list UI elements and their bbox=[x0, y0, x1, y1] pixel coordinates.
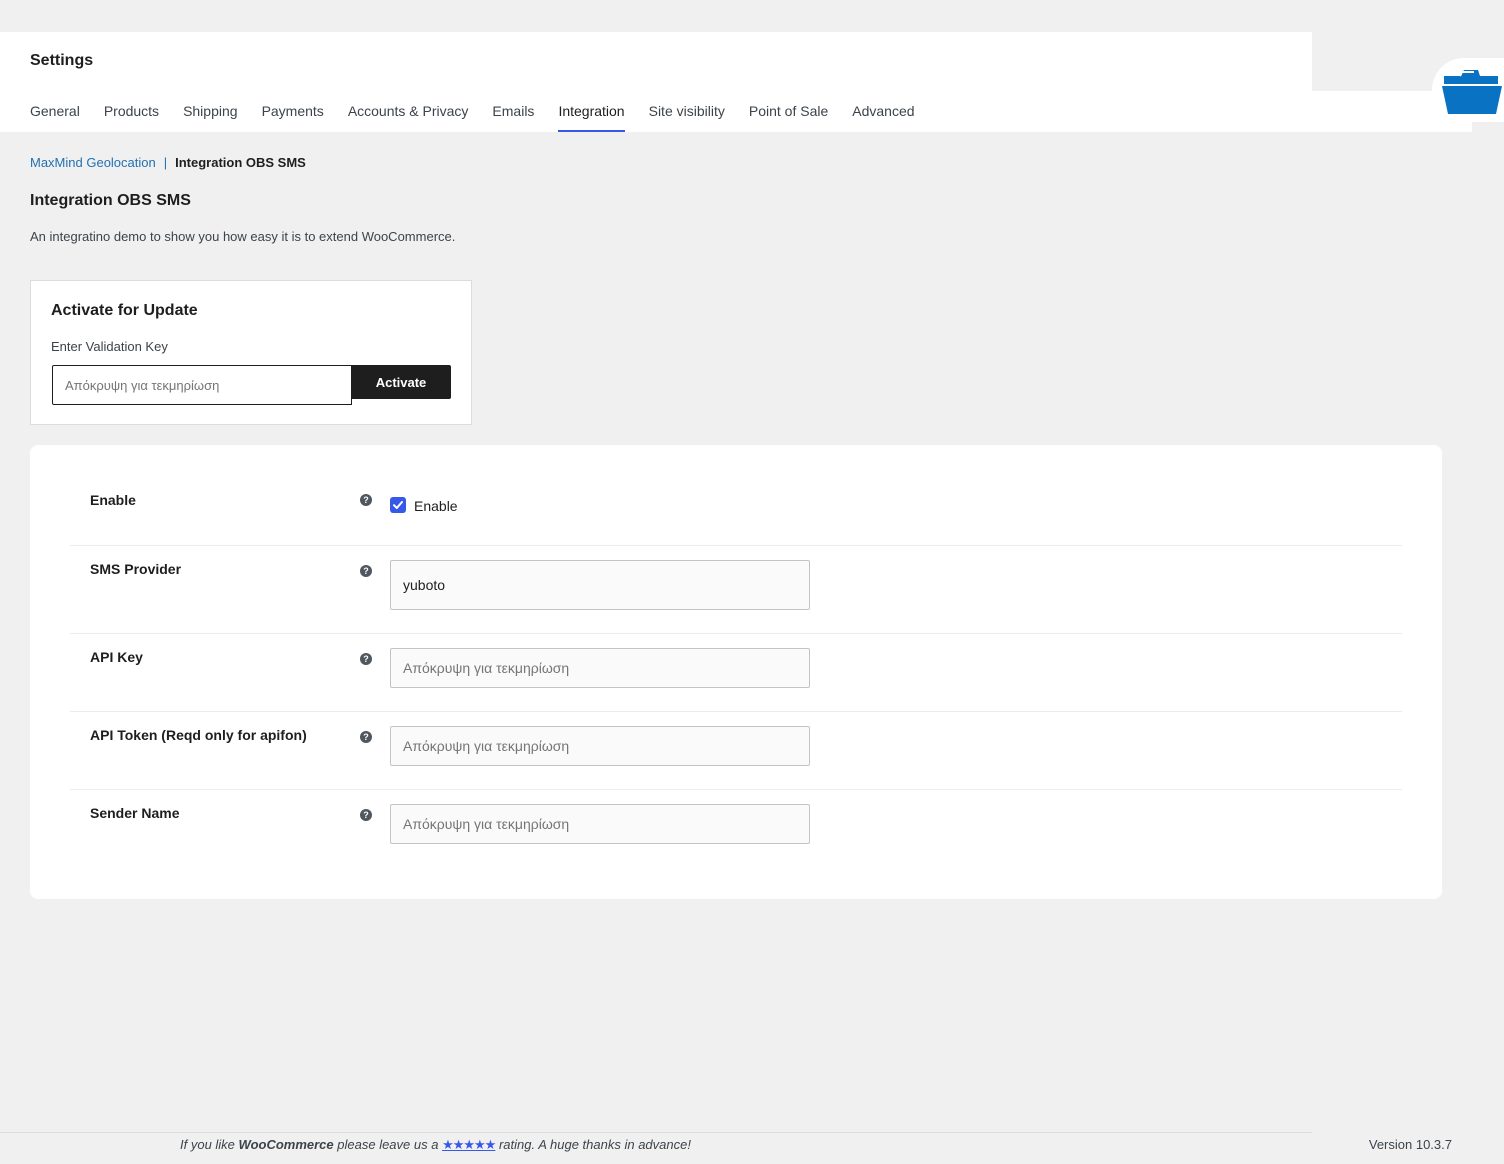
section-title: Integration OBS SMS bbox=[30, 192, 191, 209]
setting-row-sender-name: Sender Name ? bbox=[70, 790, 1402, 868]
setting-row-sms-provider: SMS Provider ? bbox=[70, 546, 1402, 634]
help-icon[interactable]: ? bbox=[360, 494, 372, 506]
folder-open-icon bbox=[1442, 70, 1502, 114]
setting-row-api-key: API Key ? bbox=[70, 634, 1402, 712]
api-key-label: API Key bbox=[90, 649, 143, 665]
folder-badge[interactable] bbox=[1432, 58, 1504, 122]
breadcrumb: MaxMind Geolocation | Integration OBS SM… bbox=[30, 155, 306, 170]
page-title: Settings bbox=[30, 52, 94, 69]
validation-key-label: Enter Validation Key bbox=[51, 339, 168, 354]
help-icon[interactable]: ? bbox=[360, 565, 372, 577]
tab-advanced[interactable]: Advanced bbox=[852, 92, 914, 132]
breadcrumb-current: Integration OBS SMS bbox=[175, 155, 306, 170]
enable-checkbox[interactable] bbox=[390, 497, 406, 513]
sms-provider-label: SMS Provider bbox=[90, 561, 182, 577]
help-icon[interactable]: ? bbox=[360, 731, 372, 743]
tab-emails[interactable]: Emails bbox=[492, 92, 534, 132]
footer-rating-text: If you like WooCommerce please leave us … bbox=[180, 1137, 691, 1153]
tab-point-of-sale[interactable]: Point of Sale bbox=[749, 92, 828, 132]
footer-text-before: If you like bbox=[180, 1137, 239, 1152]
section-description: An integratino demo to show you how easy… bbox=[30, 229, 456, 244]
sms-provider-input[interactable] bbox=[390, 560, 810, 610]
activate-panel: Activate for Update Enter Validation Key… bbox=[30, 280, 472, 425]
tab-payments[interactable]: Payments bbox=[262, 92, 324, 132]
version-label: Version 10.3.7 bbox=[1368, 1137, 1452, 1152]
settings-card: Enable ? Enable SMS Provider ? API Key ?… bbox=[30, 445, 1442, 899]
api-key-input[interactable] bbox=[390, 648, 810, 688]
validation-key-input[interactable] bbox=[52, 365, 352, 405]
sender-name-label: Sender Name bbox=[90, 805, 180, 821]
footer-text-after: rating. A huge thanks in advance! bbox=[495, 1137, 691, 1152]
breadcrumb-link-maxmind[interactable]: MaxMind Geolocation bbox=[30, 155, 156, 170]
setting-row-enable: Enable ? Enable bbox=[70, 445, 1402, 546]
settings-header: Settings General Products Shipping Payme… bbox=[0, 32, 1312, 132]
tab-general[interactable]: General bbox=[30, 92, 80, 132]
enable-label: Enable bbox=[90, 492, 136, 508]
tab-integration[interactable]: Integration bbox=[558, 92, 625, 132]
check-icon bbox=[393, 501, 403, 509]
footer-divider bbox=[0, 1132, 1312, 1133]
footer-brand: WooCommerce bbox=[238, 1137, 334, 1152]
activate-title: Activate for Update bbox=[51, 302, 198, 319]
breadcrumb-separator: | bbox=[163, 155, 168, 170]
activate-button[interactable]: Activate bbox=[351, 365, 451, 399]
rating-stars-link[interactable]: ★★★★★ bbox=[442, 1137, 496, 1152]
tab-site-visibility[interactable]: Site visibility bbox=[649, 92, 725, 132]
tab-accounts-privacy[interactable]: Accounts & Privacy bbox=[348, 92, 469, 132]
tab-products[interactable]: Products bbox=[104, 92, 159, 132]
setting-row-api-token: API Token (Reqd only for apifon) ? bbox=[70, 712, 1402, 790]
sender-name-input[interactable] bbox=[390, 804, 810, 844]
api-token-input[interactable] bbox=[390, 726, 810, 766]
footer-text-middle: please leave us a bbox=[333, 1137, 443, 1152]
settings-tabs: General Products Shipping Payments Accou… bbox=[30, 92, 915, 132]
help-icon[interactable]: ? bbox=[360, 809, 372, 821]
enable-checkbox-label[interactable]: Enable bbox=[414, 498, 458, 514]
tab-shipping[interactable]: Shipping bbox=[183, 92, 238, 132]
api-token-label: API Token (Reqd only for apifon) bbox=[90, 727, 307, 743]
help-icon[interactable]: ? bbox=[360, 653, 372, 665]
